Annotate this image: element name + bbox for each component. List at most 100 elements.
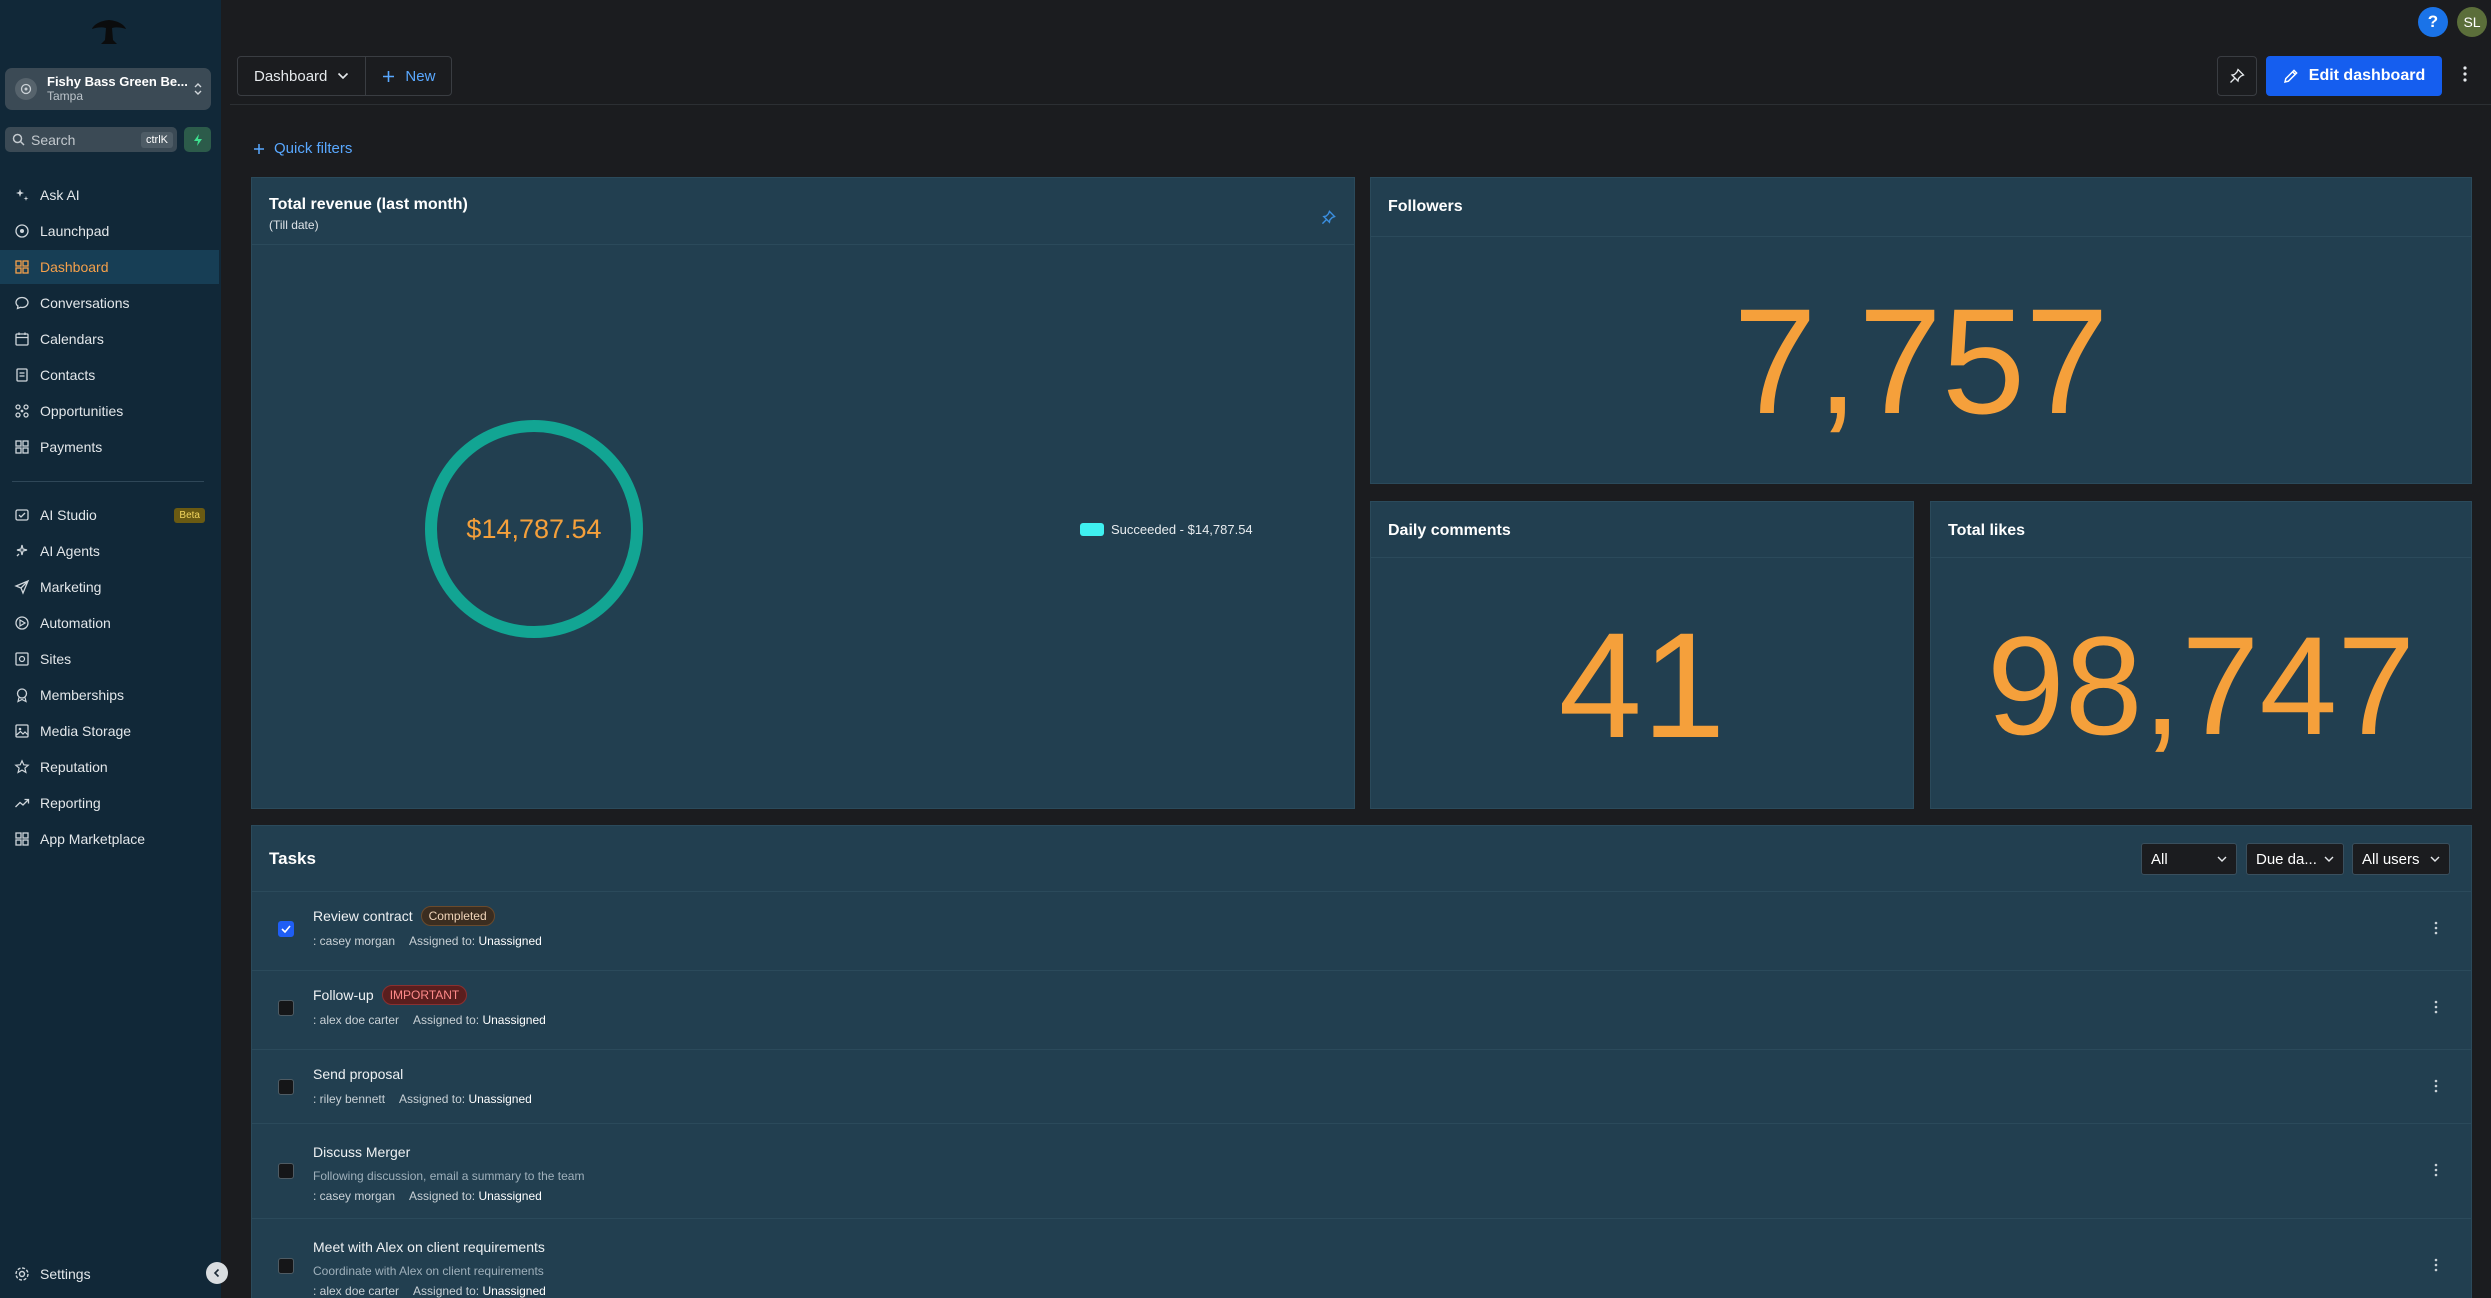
- collapse-sidebar-button[interactable]: [206, 1262, 228, 1284]
- task-assignee: Unassigned: [478, 1189, 542, 1203]
- sidebar-item-label: Payments: [40, 439, 103, 455]
- payments-icon: [12, 437, 32, 457]
- check-icon: [281, 925, 291, 933]
- memberships-icon: [12, 685, 32, 705]
- quick-filters-button[interactable]: Quick filters: [253, 140, 352, 157]
- sidebar-item-calendars[interactable]: Calendars: [0, 322, 221, 356]
- task-assignee: Unassigned: [482, 1284, 546, 1298]
- pin-icon[interactable]: [1321, 210, 1336, 225]
- sidebar-item-memberships[interactable]: Memberships: [0, 678, 221, 712]
- new-dashboard-button[interactable]: New: [365, 57, 451, 95]
- sidebar-item-label: Conversations: [40, 295, 130, 311]
- task-contact[interactable]: : riley bennett: [313, 1092, 385, 1106]
- sort-select[interactable]: Due da...: [2246, 843, 2344, 875]
- total-likes-value: 98,747: [1986, 607, 2416, 764]
- account-switcher[interactable]: Fishy Bass Green Be... Tampa: [5, 68, 211, 110]
- sidebar-item-sites[interactable]: Sites: [0, 642, 221, 676]
- sidebar-item-ai-studio[interactable]: AI Studio Beta: [0, 498, 221, 532]
- sidebar-item-ask-ai[interactable]: Ask AI: [0, 178, 221, 212]
- task-status-badge: IMPORTANT: [381, 985, 468, 1005]
- tasks-header: Tasks All Due da... All users: [252, 826, 2471, 892]
- task-assigned-label: Assigned to:: [399, 1092, 466, 1106]
- task-checkbox[interactable]: [278, 1000, 294, 1016]
- sidebar-divider: [12, 481, 204, 482]
- sidebar-item-reporting[interactable]: Reporting: [0, 786, 221, 820]
- search-shortcut: ctrlK: [141, 131, 173, 148]
- dashboard-grid-icon: [12, 257, 32, 277]
- sites-icon: [12, 649, 32, 669]
- task-more-options-icon[interactable]: [2434, 1257, 2438, 1273]
- account-location: Tampa: [47, 88, 84, 103]
- sidebar-item-automation[interactable]: Automation: [0, 606, 221, 640]
- user-avatar[interactable]: SL: [2457, 7, 2487, 37]
- tasks-card: Tasks All Due da... All users Review con…: [251, 825, 2472, 1298]
- revenue-title: Total revenue (last month): [269, 196, 468, 213]
- followers-card: Followers 7,757: [1370, 177, 2472, 484]
- task-more-options-icon[interactable]: [2434, 920, 2438, 936]
- chevron-down-icon: [2217, 856, 2227, 862]
- pin-button[interactable]: [2217, 56, 2257, 96]
- legend-label: Succeeded - $14,787.54: [1111, 522, 1253, 537]
- task-assignee: Unassigned: [482, 1013, 546, 1027]
- task-row[interactable]: Send proposal : riley bennett Assigned to:…: [252, 1050, 2471, 1124]
- edit-dashboard-button[interactable]: Edit dashboard: [2266, 56, 2442, 96]
- sidebar-item-media-storage[interactable]: Media Storage: [0, 714, 221, 748]
- sidebar-item-launchpad[interactable]: Launchpad: [0, 214, 221, 248]
- help-button[interactable]: ?: [2418, 7, 2448, 37]
- sidebar-item-dashboard[interactable]: Dashboard: [0, 250, 219, 284]
- sidebar-item-label: Dashboard: [40, 259, 109, 275]
- sidebar-item-settings[interactable]: Settings: [0, 1257, 221, 1291]
- sidebar-item-label: Settings: [40, 1266, 91, 1282]
- task-more-options-icon[interactable]: [2434, 1078, 2438, 1094]
- task-meta: : alex doe carter Assigned to: Unassigned: [313, 1284, 546, 1298]
- brand-logo[interactable]: [90, 18, 128, 46]
- task-contact[interactable]: : casey morgan: [313, 934, 395, 948]
- sidebar-item-contacts[interactable]: Contacts: [0, 358, 221, 392]
- task-more-options-icon[interactable]: [2434, 999, 2438, 1015]
- task-row[interactable]: Follow-up IMPORTANT: alex doe carter Assig…: [252, 971, 2471, 1050]
- chevron-left-icon: [213, 1268, 220, 1278]
- legend-swatch: [1080, 523, 1104, 536]
- sidebar-item-marketing[interactable]: Marketing: [0, 570, 221, 604]
- contacts-icon: [12, 365, 32, 385]
- sidebar-item-opportunities[interactable]: Opportunities: [0, 394, 221, 428]
- sidebar-item-payments[interactable]: Payments: [0, 430, 221, 464]
- task-row[interactable]: Review contract Completed: casey morgan As…: [252, 892, 2471, 971]
- edit-dashboard-label: Edit dashboard: [2308, 67, 2426, 84]
- sidebar-item-label: Reporting: [40, 795, 101, 811]
- task-contact[interactable]: : alex doe carter: [313, 1284, 399, 1298]
- followers-card-header: Followers: [1371, 178, 2471, 237]
- task-checkbox[interactable]: [278, 1258, 294, 1274]
- task-title[interactable]: Meet with Alex on client requirements: [313, 1239, 545, 1255]
- task-meta: : casey morgan Assigned to: Unassigned: [313, 934, 542, 948]
- task-title[interactable]: Review contract: [313, 908, 413, 924]
- daily-comments-card: Daily comments 41: [1370, 501, 1914, 809]
- sidebar-item-conversations[interactable]: Conversations: [0, 286, 221, 320]
- launchpad-icon: [12, 221, 32, 241]
- status-filter-select[interactable]: All: [2141, 843, 2237, 875]
- sidebar: Fishy Bass Green Be... Tampa Search ctrl…: [0, 0, 228, 1298]
- task-row[interactable]: Discuss Merger Following discussion, emai…: [252, 1124, 2471, 1219]
- sidebar-item-ai-agents[interactable]: AI Agents: [0, 534, 221, 568]
- total-likes-card: Total likes 98,747: [1930, 501, 2472, 809]
- dashboard-selector[interactable]: Dashboard: [238, 57, 365, 95]
- search-input[interactable]: Search ctrlK: [5, 127, 177, 152]
- task-row[interactable]: Meet with Alex on client requirements Coo…: [252, 1219, 2471, 1298]
- task-title[interactable]: Discuss Merger: [313, 1144, 410, 1160]
- daily-comments-card-header: Daily comments: [1371, 502, 1913, 558]
- sidebar-item-label: Ask AI: [40, 187, 80, 203]
- sidebar-item-app-marketplace[interactable]: App Marketplace: [0, 822, 221, 856]
- task-more-options-icon[interactable]: [2434, 1162, 2438, 1178]
- task-contact[interactable]: : alex doe carter: [313, 1013, 399, 1027]
- quick-action-button[interactable]: [184, 127, 211, 152]
- sidebar-item-reputation[interactable]: Reputation: [0, 750, 221, 784]
- users-filter-select[interactable]: All users: [2352, 843, 2450, 875]
- task-contact[interactable]: : casey morgan: [313, 1189, 395, 1203]
- task-checkbox[interactable]: [278, 1079, 294, 1095]
- task-title[interactable]: Follow-up: [313, 987, 374, 1003]
- task-title[interactable]: Send proposal: [313, 1066, 403, 1082]
- revenue-donut-chart: $14,787.54: [422, 417, 646, 641]
- more-options-icon[interactable]: [2462, 64, 2468, 84]
- task-checkbox[interactable]: [278, 1163, 294, 1179]
- task-checkbox[interactable]: [278, 921, 294, 937]
